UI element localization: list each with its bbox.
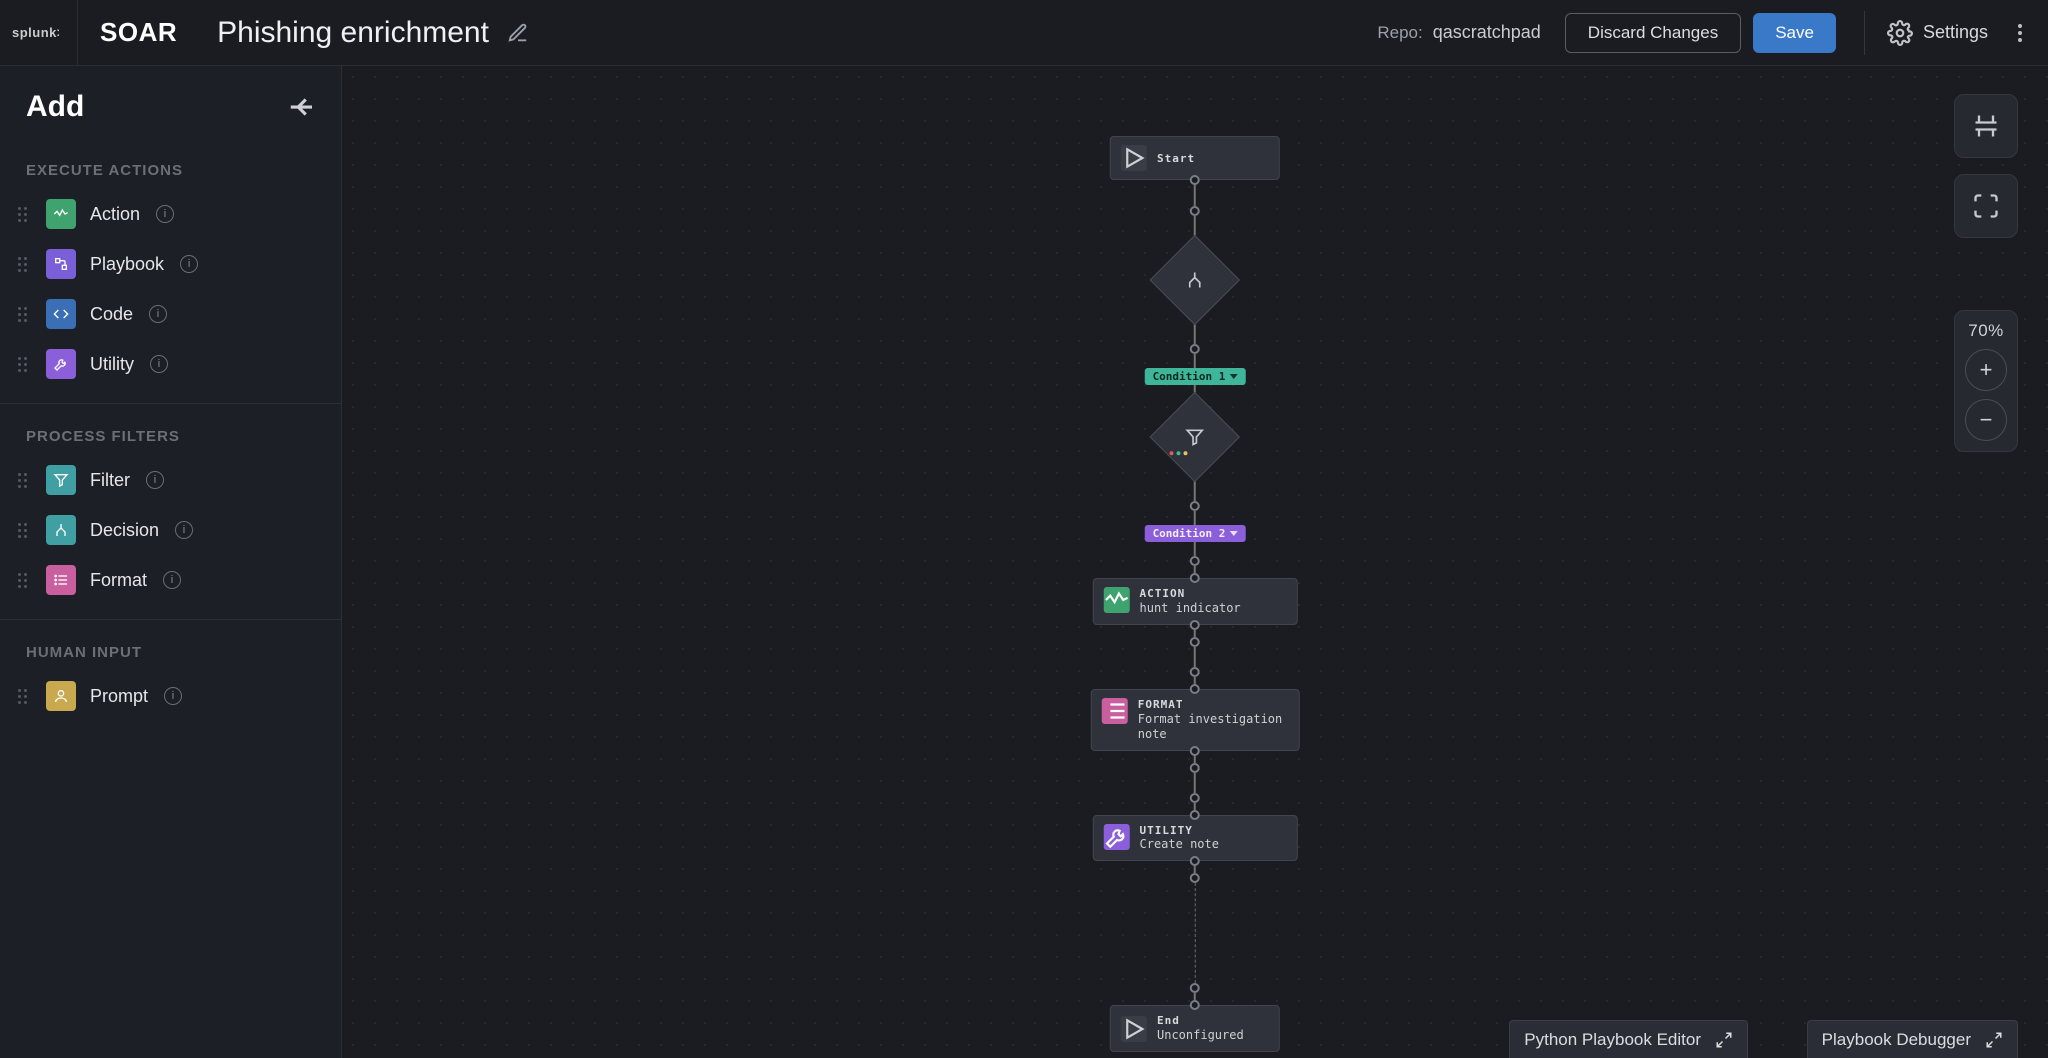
sidebar-item-code[interactable]: Code i bbox=[0, 289, 341, 339]
decision-icon bbox=[46, 515, 76, 545]
zoom-level: 70% bbox=[1968, 321, 2004, 341]
end-node-icon bbox=[1121, 1016, 1147, 1042]
decision-icon bbox=[1185, 270, 1205, 290]
playbook-title: Phishing enrichment bbox=[217, 16, 489, 50]
sidebar-item-label: Playbook bbox=[90, 254, 164, 275]
node-detail: hunt indicator bbox=[1140, 601, 1241, 616]
python-editor-toggle[interactable]: Python Playbook Editor bbox=[1509, 1020, 1748, 1058]
section-execute-label: EXECUTE ACTIONS bbox=[0, 144, 341, 189]
action-icon bbox=[1104, 587, 1130, 613]
header-divider bbox=[1864, 11, 1865, 55]
sidebar-item-filter[interactable]: Filter i bbox=[0, 455, 341, 505]
sidebar-item-label: Utility bbox=[90, 354, 134, 375]
sidebar-item-prompt[interactable]: Prompt i bbox=[0, 671, 341, 721]
playbook-canvas[interactable]: 70% + − Start Condition 1 bbox=[342, 66, 2048, 1058]
repo-value: qascratchpad bbox=[1433, 22, 1541, 43]
format-icon bbox=[1102, 698, 1128, 724]
sidebar-item-label: Filter bbox=[90, 470, 130, 491]
sidebar-item-decision[interactable]: Decision i bbox=[0, 505, 341, 555]
drag-handle-icon[interactable] bbox=[18, 573, 32, 588]
utility-icon bbox=[46, 349, 76, 379]
node-label: Start bbox=[1157, 152, 1195, 165]
node-format[interactable]: FORMAT Format investigation note bbox=[1091, 689, 1300, 751]
node-kind: ACTION bbox=[1140, 587, 1241, 601]
info-icon[interactable]: i bbox=[163, 571, 181, 589]
section-human-label: HUMAN INPUT bbox=[0, 626, 341, 671]
expand-icon bbox=[1985, 1031, 2003, 1049]
zoom-controls: 70% + − bbox=[1954, 310, 2018, 452]
brand-text: splunk> bbox=[12, 25, 65, 40]
repo-label: Repo: bbox=[1377, 23, 1422, 43]
more-menu-icon[interactable] bbox=[2008, 21, 2032, 45]
node-filter[interactable] bbox=[1150, 392, 1241, 483]
add-sidebar: Add EXECUTE ACTIONS Action i Playbook i … bbox=[0, 66, 342, 1058]
sidebar-item-action[interactable]: Action i bbox=[0, 189, 341, 239]
discard-button[interactable]: Discard Changes bbox=[1565, 13, 1741, 53]
sidebar-item-label: Action bbox=[90, 204, 140, 225]
info-icon[interactable]: i bbox=[175, 521, 193, 539]
edit-title-icon[interactable] bbox=[507, 22, 529, 44]
node-start[interactable]: Start bbox=[1110, 136, 1280, 180]
settings-label[interactable]: Settings bbox=[1923, 22, 1988, 43]
zoom-in-button[interactable]: + bbox=[1965, 349, 2007, 391]
sidebar-item-label: Decision bbox=[90, 520, 159, 541]
info-icon[interactable]: i bbox=[150, 355, 168, 373]
app-header: splunk> SOAR Phishing enrichment Repo: q… bbox=[0, 0, 2048, 66]
node-detail: Format investigation bbox=[1138, 712, 1283, 727]
info-icon[interactable]: i bbox=[164, 687, 182, 705]
prompt-icon bbox=[46, 681, 76, 711]
condition-2-badge[interactable]: Condition 2 bbox=[1145, 525, 1246, 542]
format-icon bbox=[46, 565, 76, 595]
info-icon[interactable]: i bbox=[156, 205, 174, 223]
drag-handle-icon[interactable] bbox=[18, 523, 32, 538]
condition-1-badge[interactable]: Condition 1 bbox=[1145, 368, 1246, 385]
node-detail: Unconfigured bbox=[1157, 1028, 1244, 1043]
node-kind: FORMAT bbox=[1138, 698, 1283, 712]
node-detail: Create note bbox=[1140, 837, 1219, 852]
node-decision-1[interactable] bbox=[1150, 235, 1241, 326]
start-node-icon bbox=[1121, 145, 1147, 171]
utility-icon bbox=[1104, 824, 1130, 850]
sidebar-title: Add bbox=[26, 90, 84, 124]
drag-handle-icon[interactable] bbox=[18, 689, 32, 704]
sidebar-item-utility[interactable]: Utility i bbox=[0, 339, 341, 389]
sidebar-item-label: Format bbox=[90, 570, 147, 591]
info-icon[interactable]: i bbox=[180, 255, 198, 273]
dashed-connector bbox=[1195, 883, 1196, 983]
sidebar-item-format[interactable]: Format i bbox=[0, 555, 341, 605]
sidebar-item-label: Prompt bbox=[90, 686, 148, 707]
info-icon[interactable]: i bbox=[149, 305, 167, 323]
drag-handle-icon[interactable] bbox=[18, 207, 32, 222]
flow-graph: Start Condition 1 Condition 2 bbox=[1091, 136, 1300, 1052]
playbook-icon bbox=[46, 249, 76, 279]
section-filters-label: PROCESS FILTERS bbox=[0, 410, 341, 455]
sidebar-item-label: Code bbox=[90, 304, 133, 325]
brand-logo[interactable]: splunk> bbox=[0, 0, 78, 65]
drag-handle-icon[interactable] bbox=[18, 307, 32, 322]
action-icon bbox=[46, 199, 76, 229]
node-kind: End bbox=[1157, 1014, 1244, 1028]
filter-icon bbox=[46, 465, 76, 495]
drag-handle-icon[interactable] bbox=[18, 357, 32, 372]
product-name: SOAR bbox=[100, 17, 177, 48]
drag-handle-icon[interactable] bbox=[18, 257, 32, 272]
drag-handle-icon[interactable] bbox=[18, 473, 32, 488]
collapse-sidebar-icon[interactable] bbox=[287, 92, 317, 122]
sidebar-item-playbook[interactable]: Playbook i bbox=[0, 239, 341, 289]
node-detail: note bbox=[1138, 727, 1283, 742]
auto-layout-button[interactable] bbox=[1954, 94, 2018, 158]
save-button[interactable]: Save bbox=[1753, 13, 1836, 53]
filter-icon bbox=[1185, 427, 1205, 447]
expand-icon bbox=[1715, 1031, 1733, 1049]
gear-icon[interactable] bbox=[1887, 20, 1913, 46]
zoom-out-button[interactable]: − bbox=[1965, 399, 2007, 441]
node-utility[interactable]: UTILITY Create note bbox=[1093, 815, 1298, 862]
node-kind: UTILITY bbox=[1140, 824, 1219, 838]
debugger-toggle[interactable]: Playbook Debugger bbox=[1807, 1020, 2018, 1058]
node-end[interactable]: End Unconfigured bbox=[1110, 1005, 1280, 1052]
info-icon[interactable]: i bbox=[146, 471, 164, 489]
node-action[interactable]: ACTION hunt indicator bbox=[1093, 578, 1298, 625]
fit-view-button[interactable] bbox=[1954, 174, 2018, 238]
code-icon bbox=[46, 299, 76, 329]
